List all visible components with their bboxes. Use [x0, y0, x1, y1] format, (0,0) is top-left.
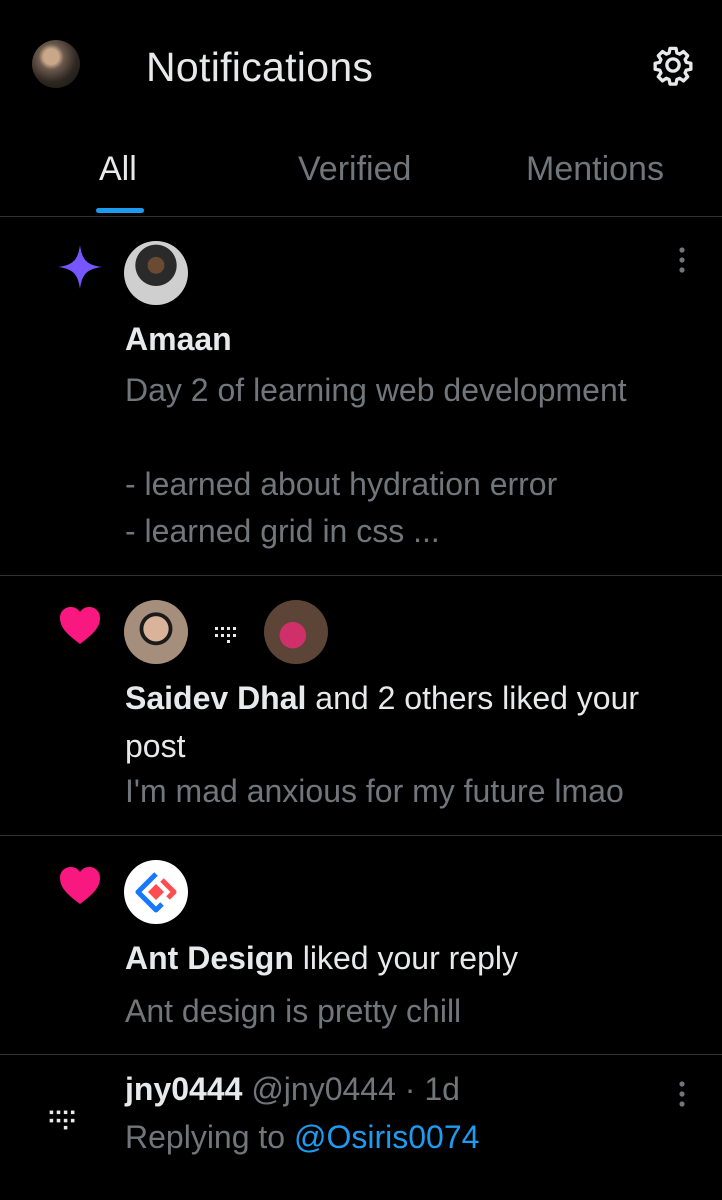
post-line: Day 2 of learning web development: [125, 372, 627, 408]
action-text: liked your reply: [293, 940, 518, 976]
more-options-icon[interactable]: [670, 1079, 694, 1109]
page-title: Notifications: [146, 44, 374, 90]
notification-text: Ant Design liked your reply: [125, 934, 518, 982]
notifications-header: Notifications All Verified Mentions: [0, 0, 722, 217]
post-line-blank: [125, 414, 705, 461]
post-snippet: I'm mad anxious for my future lmao: [125, 773, 624, 809]
actor-name[interactable]: Saidev Dhal: [125, 680, 306, 716]
more-avatars-icon: [215, 627, 236, 643]
actor-name[interactable]: Ant Design: [125, 940, 294, 976]
author-name[interactable]: jny0444: [125, 1071, 242, 1107]
replying-to-label: Replying to: [125, 1119, 294, 1155]
tab-all[interactable]: All: [99, 150, 137, 189]
post-line: - learned grid in css ...: [125, 513, 440, 549]
heart-icon: [60, 867, 100, 904]
replying-to: Replying to @Osiris0074: [125, 1113, 479, 1161]
avatar[interactable]: [264, 600, 328, 664]
avatar[interactable]: [124, 241, 188, 305]
notification-tabs: All Verified Mentions: [0, 140, 722, 216]
profile-avatar[interactable]: [32, 40, 80, 88]
post-text: Day 2 of learning web development - lear…: [125, 367, 705, 555]
notification-item[interactable]: Amaan Day 2 of learning web development …: [0, 217, 722, 576]
notification-item[interactable]: jny0444 @jny0444 · 1d Replying to @Osiri…: [0, 1055, 722, 1200]
author-name[interactable]: Amaan: [125, 315, 232, 363]
notification-text: Saidev Dhal and 2 others liked your post: [125, 674, 705, 770]
more-dots-icon: [49, 1110, 75, 1130]
tab-mentions[interactable]: Mentions: [526, 150, 664, 189]
author-handle[interactable]: @jny0444: [251, 1071, 396, 1107]
sparkle-icon: [58, 245, 102, 289]
avatar[interactable]: [124, 600, 188, 664]
notification-item[interactable]: Saidev Dhal and 2 others liked your post…: [0, 576, 722, 836]
more-options-icon[interactable]: [670, 245, 694, 275]
tab-verified[interactable]: Verified: [298, 150, 411, 189]
active-tab-indicator: [96, 208, 144, 213]
reply-header: jny0444 @jny0444 · 1d: [125, 1065, 460, 1113]
timestamp: 1d: [424, 1071, 460, 1107]
separator: ·: [395, 1071, 425, 1107]
settings-gear-icon[interactable]: [652, 44, 694, 86]
replying-to-handle[interactable]: @Osiris0074: [294, 1119, 479, 1155]
post-line: - learned about hydration error: [125, 466, 558, 502]
ant-design-avatar[interactable]: [124, 860, 188, 924]
post-snippet: Ant design is pretty chill: [125, 993, 462, 1029]
heart-icon: [60, 607, 100, 644]
ant-design-logo-icon: [135, 872, 177, 913]
notification-item[interactable]: Ant Design liked your reply Ant design i…: [0, 836, 722, 1055]
